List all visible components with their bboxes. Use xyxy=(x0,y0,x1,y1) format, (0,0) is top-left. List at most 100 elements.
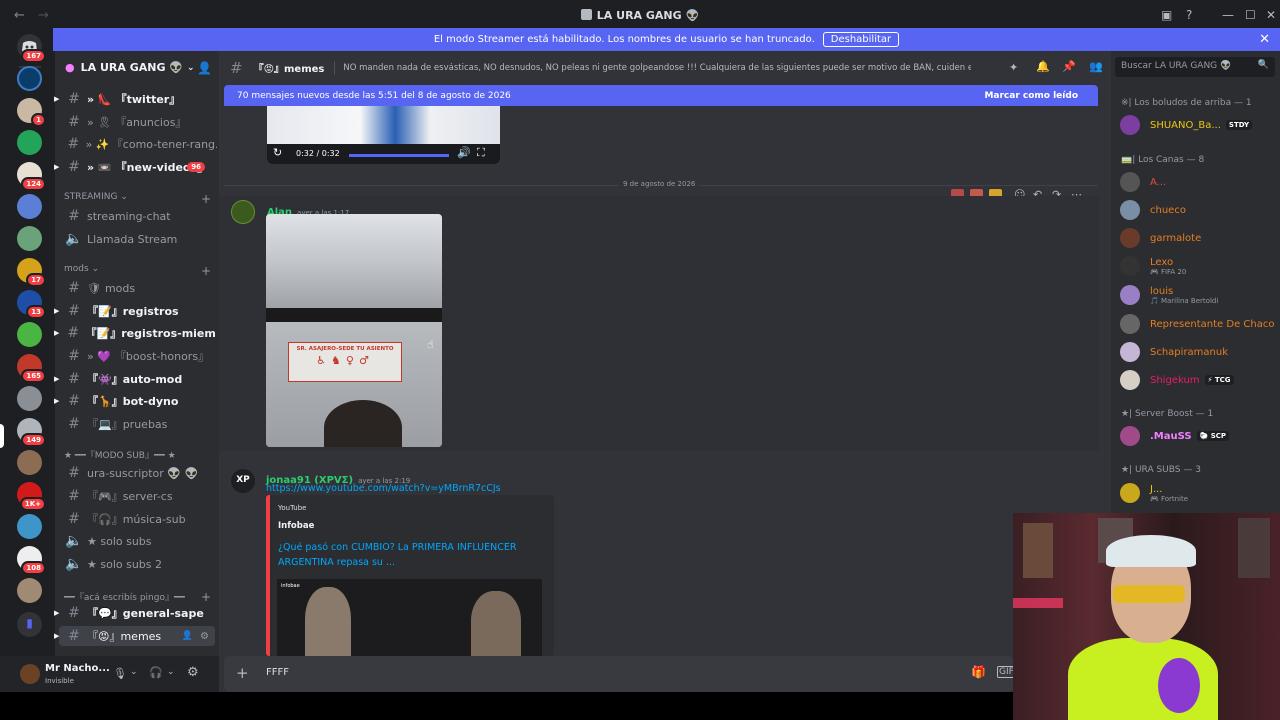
channel-boost-honors[interactable]: # » 💜 『boost-honors』 xyxy=(55,346,217,366)
search-input[interactable]: Buscar LA URA GANG 👽 🔍 xyxy=(1115,57,1275,77)
mark-as-read-button[interactable]: Marcar como leído xyxy=(984,91,1078,101)
threads-icon[interactable]: ✦ xyxy=(1009,61,1018,74)
avatar[interactable] xyxy=(20,664,40,684)
pin-icon[interactable]: 📌 xyxy=(1062,60,1076,73)
close-window-icon[interactable]: ✕ xyxy=(1266,8,1276,22)
guild-header[interactable]: ● LA URA GANG 👽 ⌄ 👤 xyxy=(55,51,219,84)
server-icon-9[interactable] xyxy=(17,322,42,347)
server-icon-8[interactable]: 13 xyxy=(17,290,46,319)
channel-pruebas[interactable]: # 『💻』pruebas xyxy=(55,414,217,434)
inbox-icon[interactable]: ▣ xyxy=(1161,8,1172,22)
direct-messages-button[interactable]: 167 xyxy=(17,34,46,63)
channel-general-sape[interactable]: ▶ # 『💬』general-sape xyxy=(54,603,217,623)
member-item[interactable]: J... 🎮 Fortnite xyxy=(1117,481,1277,505)
member-item[interactable]: Lexo 🎮 FIFA 20 xyxy=(1117,254,1277,278)
new-messages-bar[interactable]: 70 mensajes nuevos desde las 5:51 del 8 … xyxy=(224,85,1098,106)
member-item[interactable]: chueco xyxy=(1117,198,1277,222)
create-channel-icon[interactable]: + xyxy=(201,192,211,206)
hash-icon: # xyxy=(68,303,80,319)
server-icon-la-ura-gang[interactable]: 149 xyxy=(17,418,46,447)
microphone-icon[interactable]: 🎙 xyxy=(113,667,127,680)
member-item[interactable]: Schapiramanuk xyxy=(1117,340,1277,364)
add-attachment-icon[interactable]: + xyxy=(236,664,249,682)
member-item[interactable]: louis 🎵 Marilina Bertoldi xyxy=(1117,283,1277,307)
embed-author[interactable]: Infobae xyxy=(278,521,314,531)
chevron-down-icon[interactable]: ⌄ xyxy=(167,667,175,677)
channel-anuncios[interactable]: # » 🎗 『anuncios』 xyxy=(55,112,217,132)
fullscreen-icon[interactable]: ⛶ xyxy=(477,146,485,160)
embed-thumbnail[interactable]: infobae xyxy=(277,579,542,656)
category-aca-escribis[interactable]: ━━『acá escribís pingo』━━ + xyxy=(64,590,211,604)
gift-icon[interactable]: 🎁 xyxy=(971,665,986,679)
server-icon-17[interactable] xyxy=(17,578,42,603)
channel-mods[interactable]: # 🛡 mods xyxy=(55,278,217,298)
volume-icon[interactable]: 🔊 xyxy=(457,146,471,159)
invite-icon[interactable]: 👤 xyxy=(182,631,193,641)
server-icon-7[interactable]: 17 xyxy=(17,258,46,287)
headphones-icon[interactable]: 🎧 xyxy=(149,666,163,679)
chevron-down-icon[interactable]: ⌄ xyxy=(130,667,138,677)
channel-bot-dyno[interactable]: ▶ # 『🦒』bot-dyno xyxy=(54,391,217,411)
help-icon[interactable]: ? xyxy=(1186,8,1192,22)
video-progress-bar[interactable] xyxy=(349,154,449,157)
channel-server-cs[interactable]: # 『🎮』server-cs xyxy=(55,486,217,506)
channel-como-tener-rango[interactable]: # » ✨ 『como-tener-rang... xyxy=(55,134,217,154)
image-attachment[interactable]: SR. ASAJERO-SEDE TU ASIENTO ♿♞♀♂ xyxy=(266,214,442,447)
server-icon-14[interactable]: 1K+ xyxy=(17,482,46,511)
invite-people-icon[interactable]: 👤 xyxy=(197,61,212,75)
channel-new-videos[interactable]: ▶ #» 📼 『new-videos』 96 xyxy=(54,157,217,177)
server-icon-4[interactable]: 124 xyxy=(17,162,46,191)
member-item[interactable]: A... xyxy=(1117,170,1277,194)
avatar[interactable]: XP xyxy=(231,469,255,493)
server-icon-15[interactable] xyxy=(17,514,42,539)
member-item[interactable]: garmalote xyxy=(1117,226,1277,250)
username[interactable]: Mr Nacho... xyxy=(45,663,110,674)
channel-registros[interactable]: ▶ # 『📝』registros xyxy=(54,301,217,321)
channel-twitter[interactable]: ▶ #» 👠 『twitter』 xyxy=(54,89,217,109)
member-item[interactable]: SHUANO_Ba... STDY xyxy=(1117,113,1277,137)
server-icon-10[interactable]: 165 xyxy=(17,354,46,383)
server-icon-3[interactable] xyxy=(17,130,42,155)
channel-auto-mod[interactable]: ▶ # 『👾』auto-mod xyxy=(54,369,217,389)
close-banner-icon[interactable]: ✕ xyxy=(1259,32,1270,47)
settings-gear-icon[interactable]: ⚙ xyxy=(200,631,209,642)
category-mods[interactable]: mods ⌄ + xyxy=(64,264,211,278)
user-settings-gear-icon[interactable]: ⚙ xyxy=(187,665,199,680)
minimize-icon[interactable]: — xyxy=(1222,8,1234,22)
channel-llamada-stream[interactable]: 🔈 Llamada Stream xyxy=(55,229,217,249)
avatar[interactable] xyxy=(231,200,255,224)
server-badge: 1 xyxy=(31,113,46,127)
disable-streamer-button[interactable]: Deshabilitar xyxy=(822,32,900,47)
maximize-icon[interactable]: ☐ xyxy=(1245,8,1256,22)
server-icon-16[interactable]: 108 xyxy=(17,546,46,575)
category-streaming[interactable]: STREAMING ⌄ + xyxy=(64,192,211,206)
video-player[interactable]: ↻ 0:32 / 0:32 🔊 ⛶ xyxy=(267,106,500,164)
server-icon-6[interactable] xyxy=(17,226,42,251)
server-icon-1[interactable] xyxy=(17,66,42,91)
member-item[interactable]: .MauSS 🐑 SCP xyxy=(1117,424,1277,448)
channel-streaming-chat[interactable]: # streaming-chat xyxy=(55,206,217,226)
create-channel-icon[interactable]: + xyxy=(201,264,211,278)
channel-ura-suscriptor[interactable]: # ura-suscriptor 👽 👽 xyxy=(55,463,217,483)
channel-memes[interactable]: ▶ # 『😡』memes 👤 ⚙ xyxy=(54,626,215,646)
notification-bell-icon[interactable]: 🔔 xyxy=(1036,60,1050,73)
create-channel-icon[interactable]: + xyxy=(201,590,211,604)
message-input[interactable]: FFFF xyxy=(266,667,289,678)
channel-topic[interactable]: NO manden nada de esvásticas, NO desnudo… xyxy=(343,63,971,73)
message-link[interactable]: https://www.youtube.com/watch?v=yMBrnR7c… xyxy=(266,483,501,494)
channel-registros-miembros[interactable]: ▶ # 『📝』registros-miem... xyxy=(54,323,217,343)
member-item[interactable]: Shigekum ⚡ TCG xyxy=(1117,368,1277,392)
folder-icon[interactable]: ▮ xyxy=(17,612,42,637)
channel-musica-sub[interactable]: # 『🎧』música-sub xyxy=(55,509,217,529)
embed-title[interactable]: ¿Qué pasó con CUMBIO? La PRIMERA INFLUEN… xyxy=(278,540,542,570)
replay-icon[interactable]: ↻ xyxy=(273,146,282,159)
category-modo-sub[interactable]: ★ ━━『MODO SUB』━━ ★ xyxy=(64,448,176,461)
member-item[interactable]: Representante De Chaco xyxy=(1117,312,1277,336)
server-icon-5[interactable] xyxy=(17,194,42,219)
server-icon-2[interactable]: 1 xyxy=(17,98,46,127)
server-icon-11[interactable] xyxy=(17,386,42,411)
member-list-icon[interactable]: 👥 xyxy=(1089,60,1103,73)
channel-solo-subs-2[interactable]: 🔈 ★ solo subs 2 xyxy=(55,554,217,574)
channel-solo-subs[interactable]: 🔈 ★ solo subs xyxy=(55,531,217,551)
server-icon-13[interactable] xyxy=(17,450,42,475)
